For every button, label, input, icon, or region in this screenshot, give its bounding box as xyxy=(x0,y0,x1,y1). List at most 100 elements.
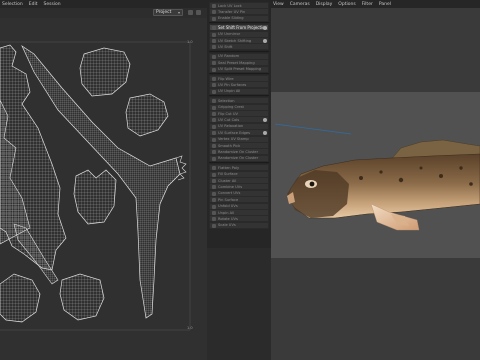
operation-menu-item[interactable]: UV Unpin All xyxy=(209,87,269,95)
operation-menu-item-label: UV Split Preset Mapping xyxy=(218,67,262,72)
operation-icon xyxy=(212,39,216,43)
operation-menu-item[interactable]: UV Split Preset Mapping xyxy=(209,65,269,73)
uv-wireframe xyxy=(0,41,191,331)
operation-menu-item[interactable]: Randomize On Cluster xyxy=(209,154,269,162)
operation-icon xyxy=(212,89,216,94)
operation-menu-item[interactable]: UV Shift xyxy=(209,43,269,51)
operation-menu-item-label: Rotate UVs xyxy=(218,216,238,221)
menu-display[interactable]: Display xyxy=(316,2,333,7)
operation-icon xyxy=(212,83,216,88)
chevron-down-icon: ▾ xyxy=(177,10,180,15)
operation-icon xyxy=(212,54,216,59)
project-dropdown[interactable]: Project ▾ xyxy=(153,9,183,16)
menu-cameras[interactable]: Cameras xyxy=(290,2,310,7)
operation-menu-item-label: Flatten Poly xyxy=(218,165,240,170)
operation-menu-item-label: UV Unpin All xyxy=(218,89,241,94)
operation-icon xyxy=(212,77,216,81)
menu-panel[interactable]: Panel xyxy=(379,2,391,7)
operation-icon xyxy=(212,112,216,116)
operation-menu-item-label: UV Sketch Shifting xyxy=(218,38,252,43)
operation-menu-item-label: Fill Surface xyxy=(218,172,238,177)
operation-menu-item-label: Unpin All xyxy=(218,210,235,215)
operation-menu-item[interactable]: Enable Sliding xyxy=(209,14,269,22)
operation-icon xyxy=(212,211,216,215)
menu-options[interactable]: Options xyxy=(338,2,355,7)
operation-icon xyxy=(212,26,216,31)
operation-menu-item-label: Lock UV Lock xyxy=(218,3,242,8)
option-box-icon[interactable] xyxy=(263,39,267,43)
operation-menu: Lock UV Lock Transfer UV Pin Enable Slidin… xyxy=(207,0,272,248)
operation-menu-item-label: UV Surface Edges xyxy=(218,130,250,135)
operation-menu-item-label: Enable Sliding xyxy=(218,16,244,21)
operation-icon xyxy=(212,191,216,196)
operation-icon xyxy=(212,144,216,148)
operation-menu-item-label: Flip Wire xyxy=(218,76,234,81)
menu-separator xyxy=(209,162,269,164)
operation-icon xyxy=(212,105,216,110)
uv-axis-label-bottom: 1.0 xyxy=(187,326,193,330)
uv-editor-canvas[interactable]: 1.0 1.0 xyxy=(0,18,207,360)
operation-menu-item-label: Scale UVs xyxy=(218,223,236,228)
operation-icon xyxy=(212,166,216,171)
uv-axis-label-top: 1.0 xyxy=(187,40,193,44)
menu-edit[interactable]: Edit xyxy=(29,2,38,7)
operation-menu-item-label: UV Cut Cols xyxy=(218,117,240,122)
operation-menu-item-label: UV Unmirror xyxy=(218,32,241,37)
operation-icon xyxy=(212,185,216,190)
toolbar-close-icon[interactable] xyxy=(196,10,201,15)
viewport-menubar: View Cameras Display Options Filter Pane… xyxy=(271,0,480,8)
menu-session[interactable]: Session xyxy=(43,2,60,7)
operation-icon xyxy=(212,137,216,142)
operation-icon xyxy=(212,99,216,104)
operation-icon xyxy=(212,118,216,123)
operation-menu-item-label: Transfer UV Pin xyxy=(218,9,246,14)
3d-viewport[interactable] xyxy=(271,8,480,360)
operation-icon xyxy=(212,217,216,222)
menu-filter[interactable]: Filter xyxy=(362,2,373,7)
operation-icon xyxy=(212,4,216,8)
operation-menu-item-label: UV Pin Surfaces xyxy=(218,82,247,87)
menu-view[interactable]: View xyxy=(273,2,284,7)
uv-shell-small xyxy=(73,169,117,225)
operation-icon xyxy=(212,150,216,155)
uv-editor-menubar: Selection Edit Session xyxy=(0,0,209,8)
operation-menu-item-label: Cluster All xyxy=(218,178,237,183)
option-box-icon[interactable] xyxy=(263,118,267,123)
operation-icon xyxy=(212,131,216,136)
operation-icon xyxy=(212,223,216,228)
operation-icon xyxy=(212,16,216,21)
operation-menu-item-label: Convert UVs xyxy=(218,191,241,196)
operation-icon xyxy=(212,45,216,50)
operation-icon xyxy=(212,204,216,209)
uv-shell-right xyxy=(125,93,169,137)
operation-menu-item-label: Vertex UV Stamp xyxy=(218,137,249,142)
operation-menu-item-label: Flip Cut UV xyxy=(218,111,238,116)
operation-menu-item-label: Unfold UVs xyxy=(218,204,238,209)
operation-menu-item-label: Combine UVs xyxy=(218,184,243,189)
project-dropdown-label: Project xyxy=(156,10,172,15)
operation-menu-item-label: Pin Surface xyxy=(218,197,239,202)
operation-icon xyxy=(212,156,216,161)
menu-separator xyxy=(209,50,269,52)
operation-menu-item[interactable]: Scale UVs xyxy=(209,221,269,229)
fish-model xyxy=(274,123,480,231)
operation-menu-item-label: Randomize On Cluster xyxy=(218,149,259,154)
uv-shell-top xyxy=(79,47,131,97)
operation-menu-item-label: Seal Preset Mapping xyxy=(218,60,255,65)
menu-separator xyxy=(209,95,269,97)
menu-selection[interactable]: Selection xyxy=(2,2,23,7)
operation-icon xyxy=(212,198,216,203)
operation-icon xyxy=(212,179,216,183)
toolbar-settings-icon[interactable] xyxy=(188,10,193,15)
uv-shell-bottom-left xyxy=(0,273,41,323)
menu-separator xyxy=(209,22,269,24)
operation-icon xyxy=(212,10,216,15)
operation-menu-item-label: UV Shift xyxy=(218,44,233,49)
operation-menu-empty-area xyxy=(207,248,271,360)
operation-icon xyxy=(212,172,216,177)
operation-icon xyxy=(212,32,216,37)
operation-menu-item-label: Set Shift From Projection xyxy=(218,25,268,31)
option-box-icon[interactable] xyxy=(263,131,267,136)
operation-menu-item-label: Smooth Pick xyxy=(218,143,241,148)
uv-shell-bottom-mid xyxy=(59,273,105,321)
